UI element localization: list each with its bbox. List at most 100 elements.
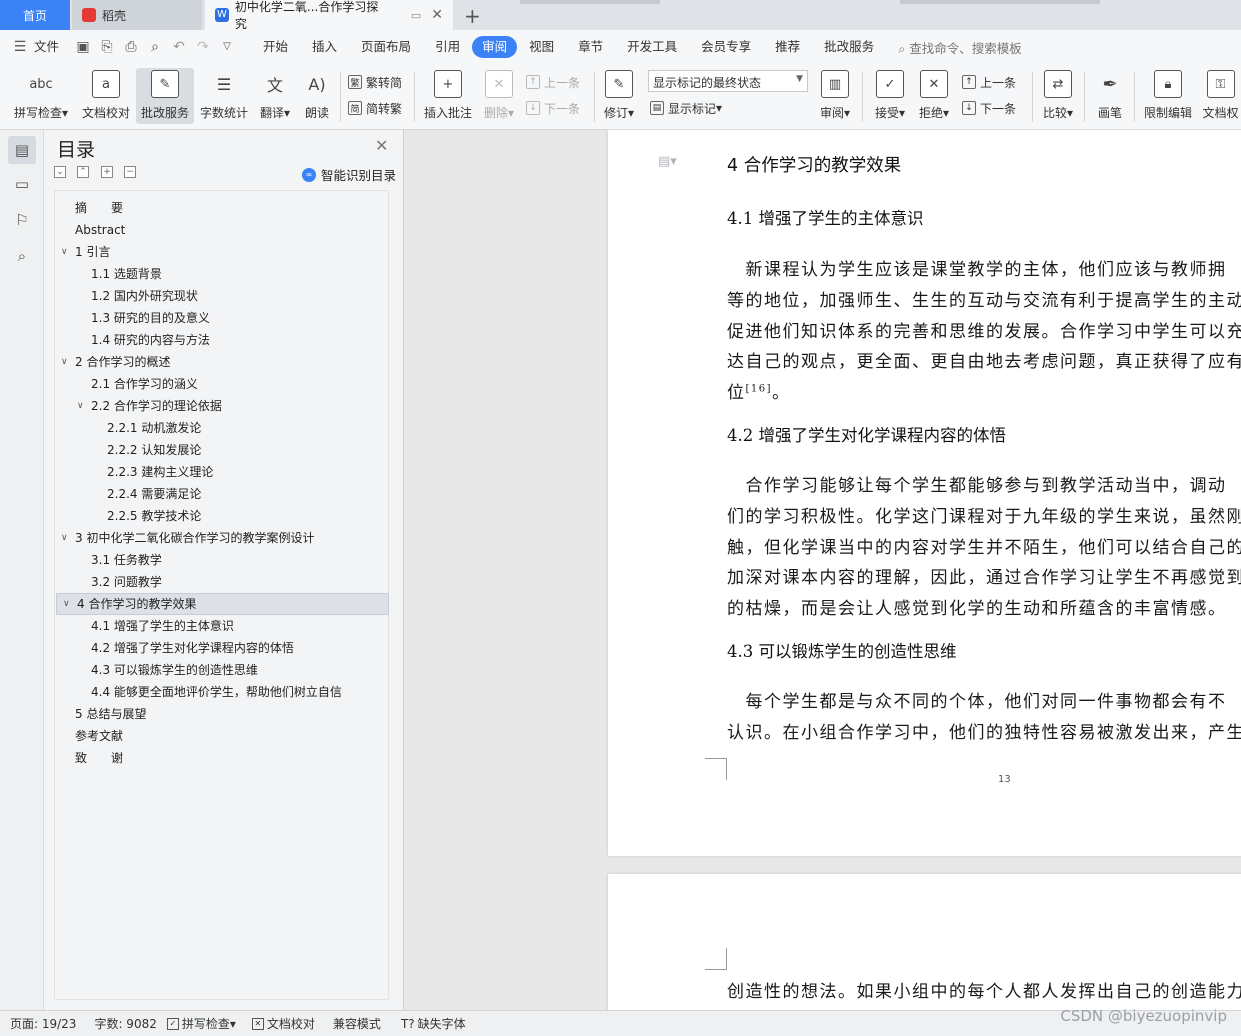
toc-item[interactable]: 4.3 可以锻炼学生的创造性思维	[55, 659, 390, 681]
toc-item[interactable]: 2.2.3 建构主义理论	[55, 461, 390, 483]
remove-heading-icon[interactable]: −	[124, 166, 136, 178]
toc-item[interactable]: 1.3 研究的目的及意义	[55, 307, 390, 329]
page-indicator[interactable]: 页面: 19/23	[10, 1015, 76, 1032]
menu-references[interactable]: 引用	[423, 36, 472, 58]
expand-up-icon[interactable]: ⌃	[77, 166, 89, 178]
toc-item[interactable]: Abstract	[55, 219, 390, 241]
save-icon[interactable]: ▣	[75, 39, 91, 55]
next-change-button[interactable]: ↓ 下一条	[962, 98, 1016, 118]
menu-member[interactable]: 会员专享	[689, 36, 763, 58]
toc-item[interactable]: 2.2.2 认知发展论	[55, 439, 390, 461]
tab-close-icon[interactable]: ✕	[431, 7, 443, 23]
print-preview-icon[interactable]: ⌕	[147, 39, 163, 55]
menu-developer[interactable]: 开发工具	[615, 36, 689, 58]
hamburger-icon[interactable]: ☰	[12, 39, 28, 55]
delete-comment-button[interactable]: ✕ 删除▾	[480, 68, 518, 124]
bookmark-icon[interactable]: ⚐	[8, 206, 36, 234]
undo-icon[interactable]: ↶	[171, 39, 187, 55]
missing-font[interactable]: T? 缺失字体	[401, 1015, 466, 1032]
menu-start[interactable]: 开始	[251, 36, 300, 58]
toc-item[interactable]: 3.2 问题教学	[55, 571, 390, 593]
redo-icon[interactable]: ↷	[195, 39, 211, 55]
file-menu[interactable]: 文件	[32, 36, 71, 58]
toc-item[interactable]: 1.1 选题背景	[55, 263, 390, 285]
markup-display-select[interactable]: 显示标记的最终状态 ▼	[648, 70, 808, 92]
status-spell-check[interactable]: ✓ 拼写检查 ▾	[166, 1015, 236, 1032]
toc-item[interactable]: 4.4 能够更全面地评价学生，帮助他们树立自信	[55, 681, 390, 703]
chevron-down-icon[interactable]: ∨	[77, 395, 84, 417]
quick-access-dropdown-icon[interactable]: ▽	[219, 39, 235, 55]
print-icon[interactable]: ⎙	[123, 39, 139, 55]
restrict-edit-button[interactable]: 🔒︎ 限制编辑	[1140, 68, 1196, 124]
toc-item[interactable]: 1.2 国内外研究现状	[55, 285, 390, 307]
toc-item[interactable]: 2.2.4 需要满足论	[55, 483, 390, 505]
toc-item[interactable]: 2.1 合作学习的涵义	[55, 373, 390, 395]
search-icon[interactable]: ⌕	[8, 242, 36, 270]
toc-item[interactable]: ∨ 3 初中化学二氧化碳合作学习的教学案例设计	[55, 527, 390, 549]
command-search[interactable]: ⌕ 查找命令、搜索模板	[898, 38, 1022, 57]
toc-item[interactable]: 2.2.5 教学技术论	[55, 505, 390, 527]
toc-item[interactable]: 2.2.1 动机激发论	[55, 417, 390, 439]
prev-comment-button[interactable]: ↑ 上一条	[526, 72, 580, 92]
next-comment-button[interactable]: ↓ 下一条	[526, 98, 580, 118]
trad-to-simp-button[interactable]: 繁繁转简	[348, 72, 402, 92]
chevron-down-icon[interactable]: ∨	[61, 351, 68, 373]
smart-toc-button[interactable]: ∞ 智能识别目录	[302, 165, 396, 184]
tab-document[interactable]: W 初中化学二氧...合作学习探究 ▭ ✕	[205, 0, 453, 31]
toc-item[interactable]: 5 总结与展望	[55, 703, 390, 725]
toc-item[interactable]: 摘 要	[55, 197, 390, 219]
translate-button[interactable]: 文 翻译▾	[256, 68, 294, 124]
prev-change-button[interactable]: ↑ 上一条	[962, 72, 1016, 92]
show-markup-button[interactable]: ▤ 显示标记 ▾	[650, 98, 722, 118]
menu-chapter[interactable]: 章节	[566, 36, 615, 58]
compare-button[interactable]: ⇄ 比较▾	[1038, 68, 1078, 124]
tab-home[interactable]: 首页	[0, 0, 70, 30]
toc-item[interactable]: 4.2 增强了学生对化学课程内容的体悟	[55, 637, 390, 659]
toc-view-icon[interactable]: ▤	[8, 136, 36, 164]
status-doc-check[interactable]: ✕ 文档校对	[251, 1015, 315, 1032]
collapse-all-icon[interactable]: ⌄	[54, 166, 66, 178]
track-changes-button[interactable]: ✎ 修订▾	[600, 68, 638, 124]
menu-view[interactable]: 视图	[517, 36, 566, 58]
word-count-button[interactable]: ☰ 字数统计	[197, 68, 251, 124]
export-pdf-icon[interactable]: ⎘	[99, 39, 115, 55]
spell-check-button[interactable]: abc 拼写检查▾	[10, 68, 72, 124]
accept-button[interactable]: ✓ 接受▾	[870, 68, 910, 124]
toc-item[interactable]: ∨ 2 合作学习的概述	[55, 351, 390, 373]
correct-service-button[interactable]: ✎ 批改服务	[136, 68, 194, 124]
toc-item[interactable]: 参考文献	[55, 725, 390, 747]
tab-daoke[interactable]: 稻壳	[72, 0, 202, 30]
toc-item[interactable]: ∨ 4 合作学习的教学效果	[56, 593, 389, 615]
menu-review[interactable]: 审阅	[472, 36, 518, 58]
doc-rights-button[interactable]: ⚿ 文档权	[1200, 68, 1241, 124]
toc-item-label: 2.1 合作学习的涵义	[91, 377, 198, 391]
toc-item[interactable]: 3.1 任务教学	[55, 549, 390, 571]
close-icon[interactable]: ✕	[375, 136, 388, 155]
menu-page-layout[interactable]: 页面布局	[349, 36, 423, 58]
toc-item[interactable]: ∨ 1 引言	[55, 241, 390, 263]
menu-recommend[interactable]: 推荐	[763, 36, 812, 58]
toc-item[interactable]: 4.1 增强了学生的主体意识	[55, 615, 390, 637]
chevron-down-icon[interactable]: ∨	[63, 594, 70, 614]
chapter-view-icon[interactable]: ▭	[8, 170, 36, 198]
toc-item[interactable]: 1.4 研究的内容与方法	[55, 329, 390, 351]
simp-to-trad-button[interactable]: 简简转繁	[348, 98, 402, 118]
toc-item[interactable]: ∨ 2.2 合作学习的理论依据	[55, 395, 390, 417]
reject-button[interactable]: ✕ 拒绝▾	[914, 68, 954, 124]
page-note-icon[interactable]: ▤▾	[658, 154, 677, 169]
new-tab-plus-icon[interactable]: +	[464, 4, 481, 28]
menu-insert[interactable]: 插入	[300, 36, 349, 58]
doc-proofread-button[interactable]: a 文档校对	[78, 68, 134, 124]
pen-button[interactable]: ✒ 画笔	[1090, 68, 1130, 124]
compat-mode[interactable]: 兼容模式	[333, 1015, 381, 1032]
chevron-down-icon[interactable]: ∨	[61, 241, 68, 263]
word-count-indicator[interactable]: 字数: 9082	[94, 1015, 156, 1032]
insert-comment-button[interactable]: + 插入批注	[420, 68, 476, 124]
toc-item[interactable]: 致 谢	[55, 747, 390, 769]
add-heading-icon[interactable]: +	[101, 166, 113, 178]
review-pane-button[interactable]: ▥ 审阅▾	[814, 68, 856, 124]
tab-monitor-icon[interactable]: ▭	[411, 9, 421, 22]
chevron-down-icon[interactable]: ∨	[61, 527, 68, 549]
menu-correct-service[interactable]: 批改服务	[812, 36, 886, 58]
read-aloud-button[interactable]: A) 朗读	[300, 68, 334, 124]
